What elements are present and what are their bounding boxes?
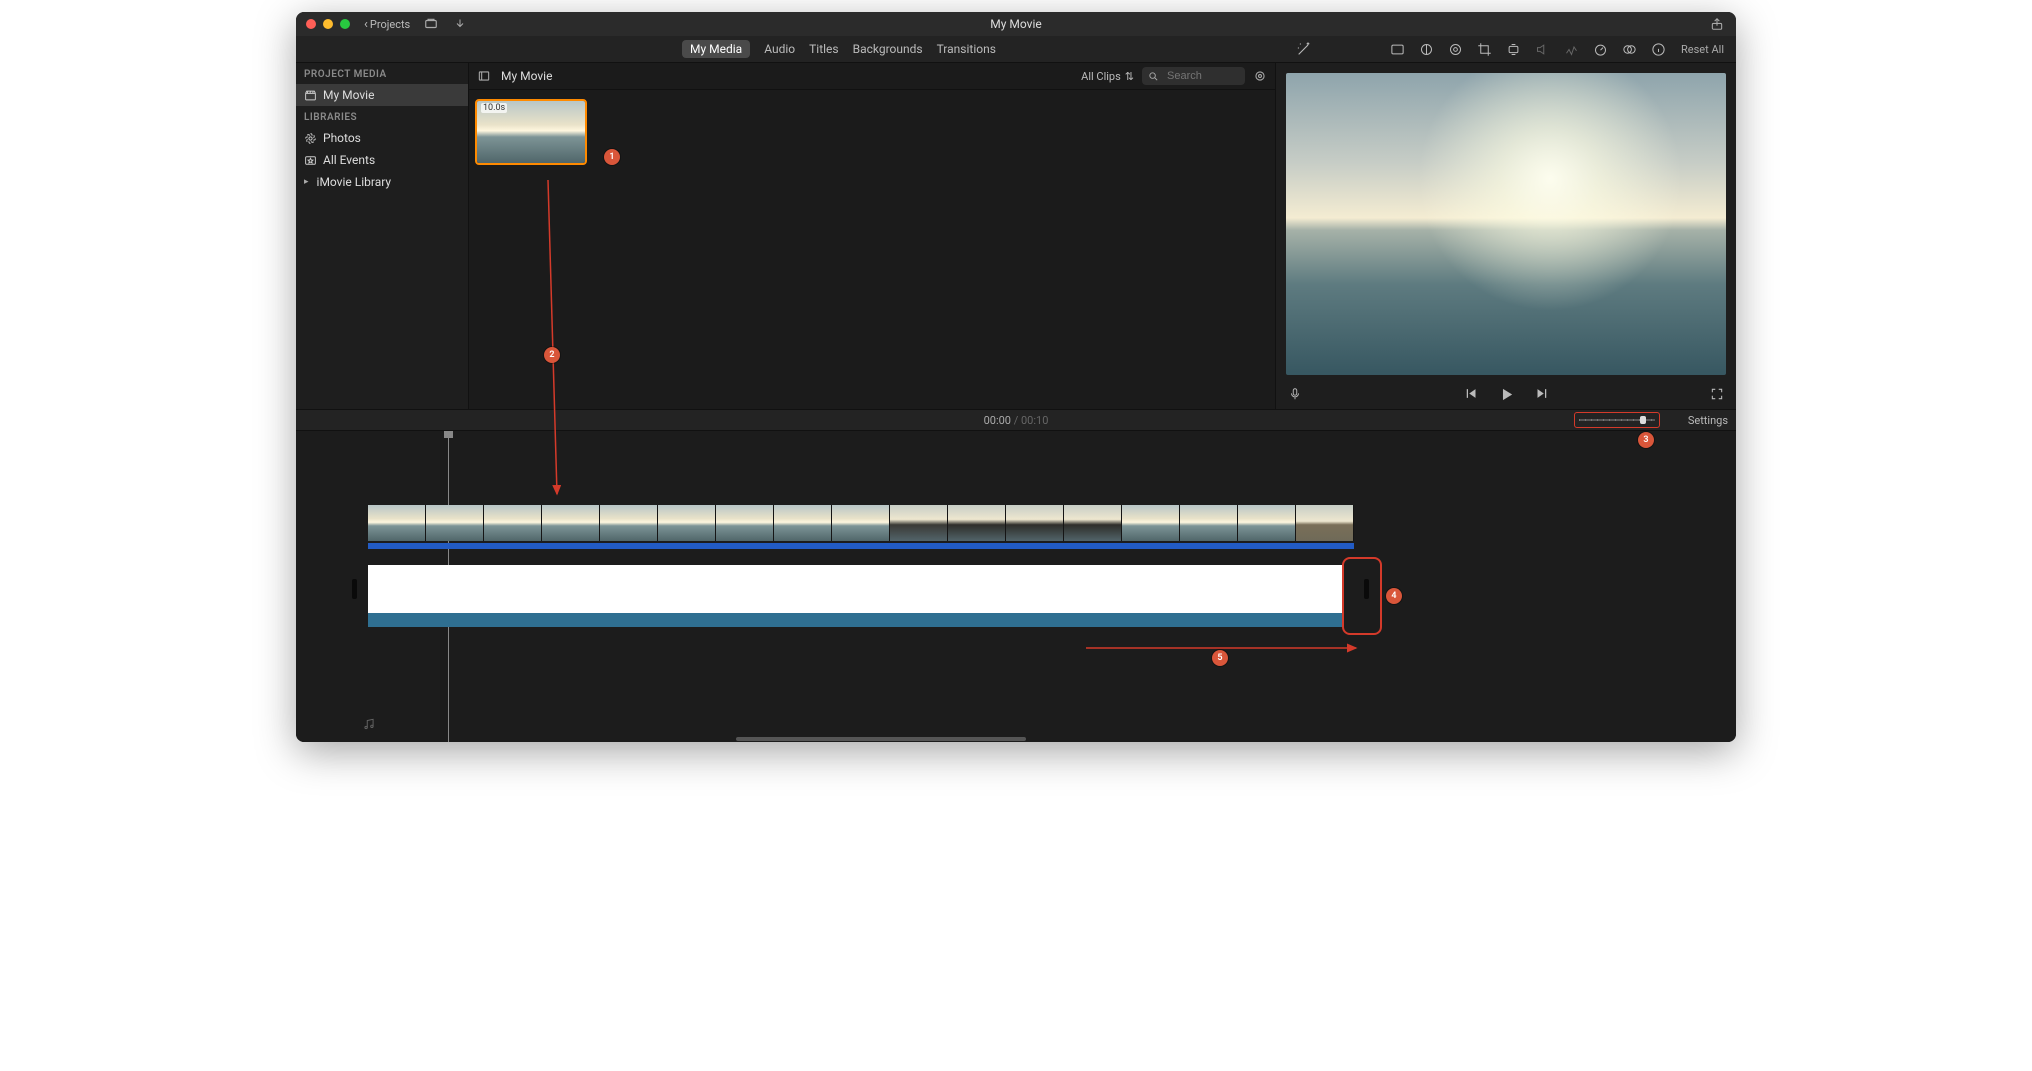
sidebar-item-all-events[interactable]: All Events bbox=[296, 149, 468, 171]
clip-filter-label: All Clips bbox=[1081, 70, 1121, 83]
window-title: My Movie bbox=[296, 17, 1736, 31]
callout-2: 2 bbox=[544, 347, 560, 363]
section-project-media: PROJECT MEDIA bbox=[296, 63, 468, 84]
adjustment-icon-row bbox=[1390, 42, 1666, 57]
title-left-handle[interactable] bbox=[352, 579, 357, 599]
projects-label: Projects bbox=[370, 18, 410, 31]
import-media-icon[interactable] bbox=[424, 17, 438, 31]
video-filmstrip bbox=[368, 505, 1354, 541]
download-arrow-icon[interactable] bbox=[454, 18, 466, 30]
sidebar-item-imovie-library[interactable]: ▸ iMovie Library bbox=[296, 171, 468, 193]
callout-5: 5 bbox=[1212, 650, 1228, 666]
stabilization-icon[interactable] bbox=[1506, 42, 1521, 57]
time-total: 00:10 bbox=[1021, 414, 1048, 427]
clip-filter-dropdown[interactable]: All Clips ⇅ bbox=[1081, 70, 1134, 83]
browser-header-right: All Clips ⇅ bbox=[1081, 67, 1267, 85]
timecode-readout: 00:00 / 00:10 bbox=[296, 414, 1736, 427]
upper-panes: PROJECT MEDIA My Movie LIBRARIES Photos … bbox=[296, 63, 1736, 409]
sidebar-item-label: iMovie Library bbox=[317, 175, 392, 189]
tab-backgrounds[interactable]: Backgrounds bbox=[853, 42, 923, 56]
color-wheel-icon[interactable] bbox=[1448, 42, 1463, 57]
titlebar-icon-group bbox=[424, 17, 466, 31]
close-window-button[interactable] bbox=[306, 19, 316, 29]
preview-frame-image bbox=[1286, 73, 1726, 375]
video-audio-strip bbox=[368, 543, 1354, 549]
enhance-wand-icon[interactable] bbox=[1296, 41, 1312, 57]
browser-header: My Movie All Clips ⇅ bbox=[469, 63, 1275, 90]
star-icon bbox=[304, 154, 317, 167]
callout-3: 3 bbox=[1638, 432, 1654, 448]
info-icon[interactable] bbox=[1651, 42, 1666, 57]
color-balance-icon[interactable] bbox=[1390, 42, 1405, 57]
tab-my-media[interactable]: My Media bbox=[682, 40, 750, 58]
search-input[interactable] bbox=[1165, 69, 1239, 83]
search-icon bbox=[1148, 71, 1159, 82]
main-toolbar: My Media Audio Titles Backgrounds Transi… bbox=[296, 36, 1736, 63]
time-current: 00:00 bbox=[984, 414, 1011, 427]
zoom-track bbox=[1579, 419, 1655, 421]
media-tab-group: My Media Audio Titles Backgrounds Transi… bbox=[682, 40, 996, 58]
preview-viewer bbox=[1275, 63, 1736, 409]
time-sep: / bbox=[1011, 414, 1021, 427]
media-clip-thumbnail[interactable]: 10.0s bbox=[475, 99, 587, 165]
timeline-zoom-slider[interactable] bbox=[1574, 412, 1660, 428]
titlebar: ‹ Projects My Movie bbox=[296, 12, 1736, 36]
viewer-controls bbox=[1276, 379, 1736, 409]
volume-icon[interactable] bbox=[1535, 42, 1550, 57]
crop-icon[interactable] bbox=[1477, 42, 1492, 57]
timecode-bar: 00:00 / 00:10 Settings bbox=[296, 409, 1736, 431]
video-clip-timeline[interactable] bbox=[368, 505, 1354, 549]
settings-gear-icon[interactable] bbox=[1253, 69, 1267, 83]
filter-icon[interactable] bbox=[1622, 42, 1637, 57]
sidebar-item-label: Photos bbox=[323, 131, 361, 145]
updown-icon: ⇅ bbox=[1125, 70, 1134, 83]
chevron-left-icon: ‹ bbox=[364, 17, 368, 32]
section-libraries: LIBRARIES bbox=[296, 106, 468, 127]
callout-4: 4 bbox=[1386, 588, 1402, 604]
sidebar-item-photos[interactable]: Photos bbox=[296, 127, 468, 149]
music-track-icon[interactable] bbox=[362, 717, 376, 735]
speed-icon[interactable] bbox=[1593, 42, 1608, 57]
traffic-lights bbox=[306, 19, 350, 29]
timeline-settings-button[interactable]: Settings bbox=[1688, 414, 1728, 427]
imovie-window: ‹ Projects My Movie My Media Audio Title… bbox=[296, 12, 1736, 742]
sidebar-item-label: All Events bbox=[323, 153, 375, 167]
tab-titles[interactable]: Titles bbox=[809, 42, 838, 56]
fullscreen-icon[interactable] bbox=[1710, 387, 1724, 401]
prev-frame-icon[interactable] bbox=[1463, 386, 1478, 403]
noise-reduction-icon[interactable] bbox=[1564, 42, 1579, 57]
tab-transitions[interactable]: Transitions bbox=[937, 42, 996, 56]
reset-all-button[interactable]: Reset All bbox=[1681, 43, 1724, 56]
title-clip-timeline[interactable] bbox=[368, 565, 1344, 613]
search-field[interactable] bbox=[1142, 67, 1245, 85]
tab-audio[interactable]: Audio bbox=[764, 42, 795, 56]
sidebar-item-my-movie[interactable]: My Movie bbox=[296, 84, 468, 106]
library-sidebar: PROJECT MEDIA My Movie LIBRARIES Photos … bbox=[296, 63, 469, 409]
title-audio-strip bbox=[368, 613, 1344, 627]
callout-box-clip-edge bbox=[1342, 557, 1382, 635]
flower-icon bbox=[304, 132, 317, 145]
browser-title: My Movie bbox=[501, 69, 552, 83]
play-icon[interactable] bbox=[1498, 386, 1515, 403]
share-icon[interactable] bbox=[1710, 17, 1724, 31]
fullscreen-window-button[interactable] bbox=[340, 19, 350, 29]
viewer-canvas[interactable] bbox=[1286, 73, 1726, 375]
timeline[interactable] bbox=[296, 431, 1736, 742]
media-browser: My Movie All Clips ⇅ 10.0s bbox=[469, 63, 1275, 409]
projects-back-button[interactable]: ‹ Projects bbox=[364, 17, 410, 32]
minimize-window-button[interactable] bbox=[323, 19, 333, 29]
clapperboard-icon bbox=[304, 89, 317, 102]
clip-duration-badge: 10.0s bbox=[481, 103, 507, 113]
zoom-thumb[interactable] bbox=[1640, 416, 1646, 424]
disclosure-triangle-icon[interactable]: ▸ bbox=[304, 177, 309, 187]
callout-1: 1 bbox=[604, 149, 620, 165]
timeline-scrollbar[interactable] bbox=[736, 737, 1026, 741]
sidebar-item-label: My Movie bbox=[323, 88, 374, 102]
color-correction-icon[interactable] bbox=[1419, 42, 1434, 57]
list-view-icon[interactable] bbox=[477, 69, 491, 83]
next-frame-icon[interactable] bbox=[1535, 386, 1550, 403]
